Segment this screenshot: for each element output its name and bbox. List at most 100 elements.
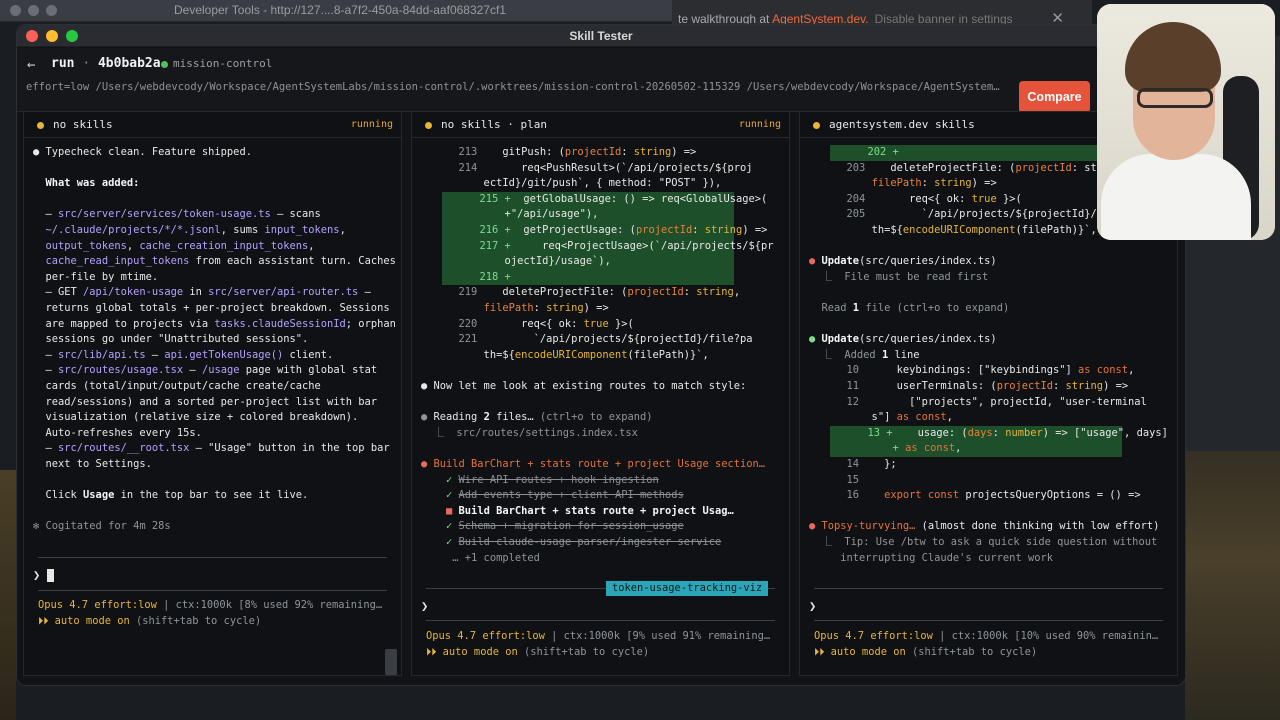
line-segment: , [955,442,962,455]
line-segment: : [571,317,584,330]
line-segment: page with global stat [239,364,378,377]
line-segment: ⎿ Added [809,348,882,361]
line-segment: – "Usage" button in the top bar [189,442,390,455]
line-segment: : [992,426,1006,439]
line-segment: ✓ [421,520,459,533]
line-segment: projectsQueryOptions = () => [965,489,1141,502]
terminal-line: 203 deleteProjectFile: (projectId: str [809,161,1104,177]
line-segment: encodeURIComponent [902,224,1016,236]
prompt-input[interactable]: ❯ [809,599,816,615]
pane-header: no skills · plan running [412,112,789,138]
terminal-line: s"] as const, [809,410,953,426]
terminal-line: – src/routes/usage.tsx – /usage page wit… [33,363,378,379]
line-segment: api.getTokenUsage() [164,348,284,361]
pane-status: running [350,119,393,130]
terminal-line: cache_read_input_tokens from each assist… [33,254,396,270]
line-segment: input_tokens [264,224,340,236]
status-footer: Opus 4.7 effort:low | ctx:1000k [8% used… [38,598,382,614]
line-segment [33,255,46,267]
pane-no-skills[interactable]: no skills running ● Typecheck clean. Fea… [23,111,402,676]
terminal-line: 202 + [830,145,1122,161]
run-label: run [51,56,75,71]
terminal-line: 10 keybindings: ["keybindings"] as const… [809,363,1135,379]
prompt-divider [38,557,387,558]
line-segment: 10 [809,364,897,377]
line-segment: req<{ [521,317,559,330]
line-segment: Click [33,489,84,502]
terminal-line: 14 }; [809,457,897,473]
line-segment: as const [896,411,947,424]
auto-mode-icon: ⏵⏵ [814,646,825,658]
line-segment: req<PushResult>(`/api/projects/${proj [521,161,753,174]
line-segment: Tip: Use /btw to ask a quick side questi… [844,536,1158,548]
line-segment: `/api/projects/${projectId}/fil [921,208,1116,221]
terminal-line: +"/api/usage"), [442,207,734,223]
line-segment: 202 + [830,146,1106,158]
line-segment: ) => ["usage", days] [1042,426,1168,439]
terminal-line: 16 export const projectsQueryOptions = (… [809,488,1141,504]
line-segment: (ctrl+o to expand) [539,411,653,424]
line-segment: /usage [201,364,240,377]
terminal-output: 213 gitPush: (projectId: string) => 214 … [412,139,789,675]
line-segment: line [888,348,920,361]
webcam-person-shirt [1101,154,1251,240]
line-segment: (src/queries/index.ts) [859,333,997,346]
line-segment: }; [884,458,897,470]
pane-title: no skills [53,118,113,131]
line-segment: projectId [564,146,622,158]
terminal-line: 213 gitPush: (projectId: string) => [421,145,697,161]
line-segment: visualization (relative size + colored b… [33,411,359,424]
pane-no-skills-plan[interactable]: no skills · plan running 213 gitPush: (p… [411,111,790,676]
footer-effort: effort:low [94,599,157,611]
line-segment: Typecheck clean. Feature shipped. [45,146,252,158]
terminal-line: 13 + usage: (days: number) => ["usage", … [830,425,1168,442]
pane-status-dot-icon [813,122,820,129]
pane-status-dot-icon [425,122,432,129]
glasses-icon [1137,88,1213,108]
auto-mode-label: auto mode on [442,646,518,658]
line-segment: /api/token-usage [83,286,184,299]
line-segment: cache_creation_input_tokens [139,239,309,252]
back-arrow-icon[interactable]: ← [27,57,35,73]
terminal-line: Click Usage in the top bar to see it liv… [33,488,309,504]
line-segment: deleteProjectFile: ( [502,286,628,299]
terminal-line: ✓ Schema + migration for session_usage [421,519,684,535]
line-segment: 214 [421,161,522,174]
terminal-line: ● Now let me look at existing routes to … [421,379,746,395]
line-segment: , sums [220,224,265,236]
footer-context: | ctx:1000k [9% used 91% remaining… [544,630,771,642]
line-segment: }>( [608,317,634,330]
skill-tester-window: Skill Tester ← run · 4b0bab2a mission-co… [16,24,1186,686]
compare-button[interactable]: Compare [1019,81,1090,113]
line-segment: 15 [809,473,860,486]
line-segment: ● [421,458,434,470]
line-segment: 213 [421,146,503,158]
terminal-line: ⎿ Tip: Use /btw to ask a quick side ques… [809,535,1158,551]
footer-model: Opus 4.7 [38,599,89,611]
line-segment: ■ [421,504,459,517]
line-segment: src/lib/api.ts [58,348,146,361]
line-segment: – [33,208,59,221]
terminal-line: 220 req<{ ok: true }>( [421,317,634,333]
run-id: 4b0bab2a [97,56,161,71]
prompt-input[interactable]: ❯ [33,568,55,584]
line-segment: src/routes/settings.index.tsx [456,426,638,439]
line-segment [33,224,46,236]
line-segment: ● [421,380,434,392]
line-segment: cards (total/input/output/cache create/c… [33,380,321,392]
line-segment: +"/api/usage"), [442,208,599,221]
line-segment: from each assistant turn. Caches [189,255,396,268]
line-segment: Auto-refreshes every 15s. [33,426,202,439]
terminal-line: 15 [809,473,860,489]
line-segment: Wire API routes + hook ingestion [458,473,659,486]
prompt-input[interactable]: ❯ [421,599,428,615]
line-segment: `/api/projects/${projectId}/file?pa [533,333,753,346]
terminal-line: cards (total/input/output/cache create/c… [33,379,321,395]
line-segment [421,302,484,314]
line-segment: (filePath)}`, [627,348,709,361]
prompt-caret-icon: ❯ [809,599,817,613]
devtools-title: Developer Tools - http://127....8-a7f2-4… [173,3,506,17]
line-segment: th=${ [809,224,903,236]
scrollbar-thumb[interactable] [385,649,397,675]
terminal-line: ⎿ File must be read first [809,270,989,286]
